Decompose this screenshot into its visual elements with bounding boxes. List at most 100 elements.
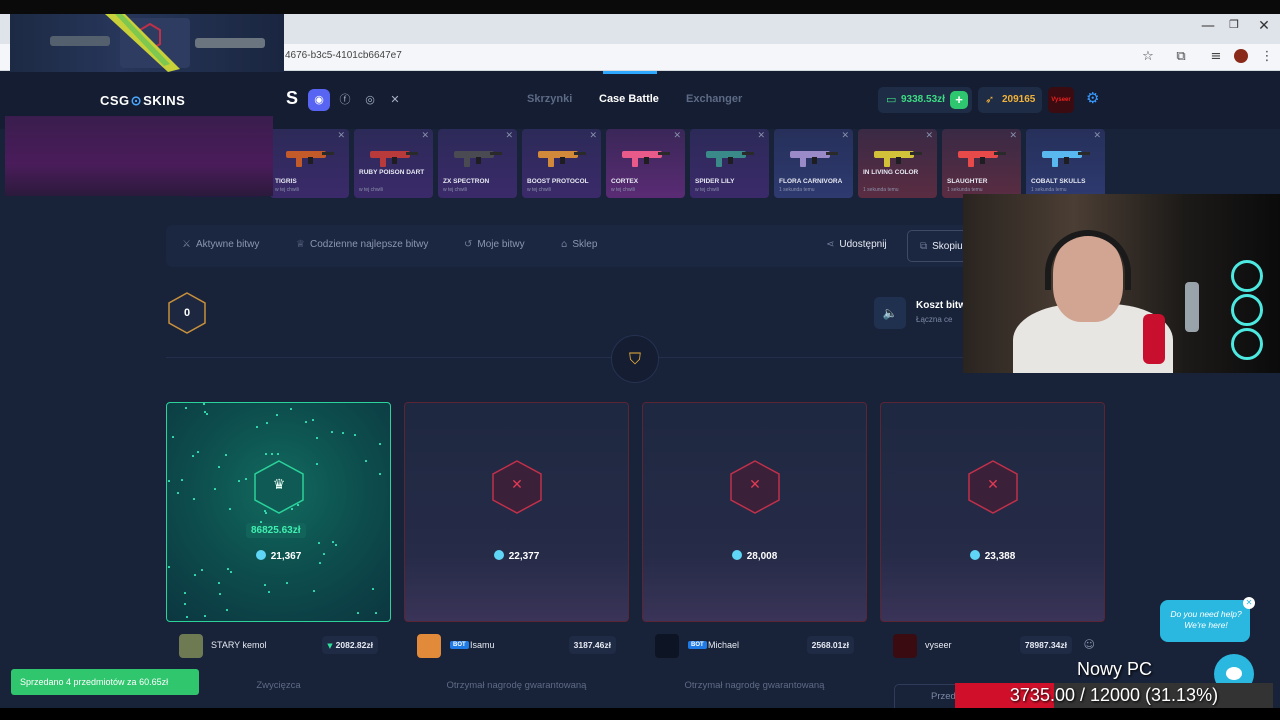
avatar[interactable] (417, 634, 441, 658)
close-icon[interactable]: ✕ (1009, 131, 1017, 141)
sparkle (218, 582, 220, 584)
s-brand-icon[interactable]: S (286, 88, 298, 109)
drop-card[interactable]: ✕ TIGRIS w tej chwili (270, 129, 349, 198)
round-counter: 0 (183, 307, 191, 319)
media-controls-icon[interactable]: ≡ (1206, 47, 1226, 67)
drop-time: 1 sekunda temu (1031, 187, 1067, 193)
window-minimize-button[interactable]: — (1196, 18, 1220, 34)
tab-active-battles[interactable]: ⚔ Aktywne bitwy (182, 239, 259, 250)
close-icon[interactable]: ✕ (421, 131, 429, 141)
close-icon[interactable]: ✕ (505, 131, 513, 141)
coin-display: ➶ 209165 (978, 87, 1042, 113)
user-avatar[interactable]: Vyseer (1048, 87, 1074, 113)
player-name[interactable]: vyseer (925, 640, 952, 650)
player-row: BOT Isamu 3187.46zł (404, 627, 629, 663)
overlay-purple-panel (5, 116, 273, 196)
drop-card[interactable]: ✕ BOOST PROTOCOL w tej chwili (522, 129, 601, 198)
x-twitter-icon[interactable]: ✕ (384, 89, 406, 111)
balance-display: ▭ 9338.53zł + (878, 87, 972, 113)
win-amount: 86825.63zł (246, 523, 306, 538)
sparkle (342, 432, 344, 434)
player-value: 2568.01zł (806, 636, 854, 654)
drop-item-name: IN LIVING COLOR (863, 169, 919, 176)
player-value: 78987.34zł (1019, 636, 1072, 654)
active-nav-indicator (603, 71, 657, 74)
player-row: BOT Michael 2568.01zł (642, 627, 867, 663)
drop-card[interactable]: ✕ SLAUGHTER 1 sekunda temu (942, 129, 1021, 198)
crown-icon: ♕ (296, 239, 305, 250)
tab-shop[interactable]: ⌂ Sklep (561, 239, 597, 250)
sparkle (313, 590, 315, 592)
player-name[interactable]: STARY kemol (211, 640, 267, 650)
url-text[interactable]: 4676-b3c5-4101cb6647e7 (285, 50, 402, 61)
window-close-button[interactable]: ✕ (1252, 18, 1276, 34)
sparkle (186, 616, 188, 618)
nav-skrzynki[interactable]: Skrzynki (527, 93, 572, 105)
chevron-down-icon[interactable]: ▼ (327, 642, 332, 650)
discord-icon[interactable]: ◉ (308, 89, 330, 111)
sparkle (192, 455, 194, 457)
sparkle (227, 568, 229, 570)
coin-icon (255, 550, 266, 560)
deposit-button[interactable]: + (950, 91, 968, 109)
tab-my-battles[interactable]: ↺ Moje bitwy (464, 239, 525, 250)
help-bubble[interactable]: Do you need help? We're here! (1160, 600, 1250, 642)
gear-icon[interactable]: ⚙ (1086, 89, 1099, 107)
sparkle (268, 591, 270, 593)
tab-daily-best-battles[interactable]: ♕ Codzienne najlepsze bitwy (296, 239, 428, 250)
drop-card[interactable]: ✕ COBALT SKULLS 1 sekunda temu (1026, 129, 1105, 198)
sparkle (316, 437, 318, 439)
close-icon[interactable]: ✕ (337, 131, 345, 141)
sparkle (204, 615, 206, 617)
drop-card[interactable]: ✕ CORTEX w tej chwili (606, 129, 685, 198)
instagram-icon[interactable]: ◎ (359, 89, 381, 111)
close-icon[interactable]: ✕ (673, 131, 681, 141)
drop-item-name: COBALT SKULLS (1031, 178, 1086, 185)
drop-card[interactable]: ✕ ZX SPECTRON w tej chwili (438, 129, 517, 198)
browser-menu-icon[interactable]: ⋮ (1257, 47, 1277, 67)
rocket-icon: ➶ (985, 93, 995, 106)
trophy-icon: ♛ (272, 477, 286, 493)
player-card: ✕ 28,008 (642, 402, 867, 622)
pc-fan-ring (1231, 260, 1263, 292)
drop-card[interactable]: ✕ FLORA CARNIVORA 1 sekunda temu (774, 129, 853, 198)
sound-toggle-button[interactable]: 🔈 (874, 297, 906, 329)
shield-gun-icon: ⛉ (628, 349, 641, 368)
close-icon[interactable]: ✕ (589, 131, 597, 141)
player-name[interactable]: Michael (708, 640, 739, 650)
close-icon[interactable]: ✕ (757, 131, 765, 141)
extensions-icon[interactable]: ⧉ (1171, 47, 1191, 67)
site-logo[interactable]: CSG⊙SKINS (100, 93, 185, 109)
emoji-icon[interactable]: ☺ (1084, 638, 1095, 651)
sparkle (286, 582, 288, 584)
avatar[interactable] (179, 634, 203, 658)
close-icon[interactable]: ✕ (1093, 131, 1101, 141)
avatar[interactable] (893, 634, 917, 658)
nav-case-battle[interactable]: Case Battle (599, 93, 659, 105)
sparkle (225, 454, 227, 456)
browser-profile-avatar[interactable] (1234, 49, 1248, 63)
sparkle (177, 492, 179, 494)
help-close-button[interactable]: ✕ (1243, 597, 1255, 609)
stream-goal-progress-text: 3735.00 / 12000 (31.13%) (1009, 685, 1219, 705)
bookmark-star-icon[interactable]: ☆ (1138, 47, 1158, 67)
drop-card[interactable]: ✕ RUBY POISON DART w tej chwili (354, 129, 433, 198)
window-restore-button[interactable]: ❐ (1222, 18, 1246, 31)
facebook-icon[interactable]: ⓕ (334, 89, 356, 111)
chat-bubble-icon (1226, 667, 1242, 680)
drop-card[interactable]: ✕ IN LIVING COLOR 1 sekunda temu (858, 129, 937, 198)
share-button[interactable]: ⋖ Udostępnij (826, 239, 887, 250)
sparkle (197, 451, 199, 453)
nav-exchanger[interactable]: Exchanger (686, 93, 742, 105)
sparkle (379, 473, 381, 475)
close-icon[interactable]: ✕ (841, 131, 849, 141)
x-icon: ✕ (749, 477, 761, 493)
player-coins: 21,367 (167, 550, 390, 562)
avatar[interactable] (655, 634, 679, 658)
sparkle (318, 542, 320, 544)
player-name[interactable]: Isamu (470, 640, 495, 650)
close-icon[interactable]: ✕ (925, 131, 933, 141)
drop-card[interactable]: ✕ SPIDER LILY w tej chwili (690, 129, 769, 198)
battle-cost-subtitle: Łączna ce (916, 315, 953, 324)
sparkle (238, 480, 240, 482)
